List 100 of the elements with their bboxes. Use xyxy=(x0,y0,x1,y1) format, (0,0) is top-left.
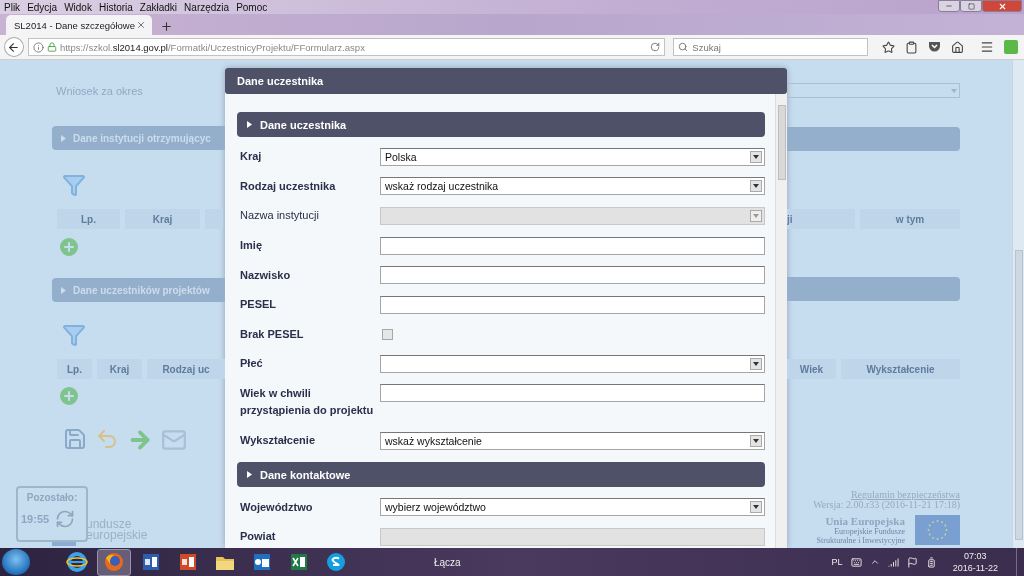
document-icon xyxy=(140,552,162,572)
field-label: Województwo xyxy=(239,499,314,515)
reload-icon[interactable] xyxy=(650,42,661,52)
menu-icon[interactable] xyxy=(980,40,994,54)
caret-icon xyxy=(750,501,762,514)
caret-icon xyxy=(951,88,957,93)
home-icon[interactable] xyxy=(951,40,964,54)
close-button[interactable] xyxy=(982,0,1022,12)
dialog-title: Dane uczestnika xyxy=(225,68,787,94)
field-label: Wykształcenie xyxy=(239,433,316,449)
field-label: Powiat xyxy=(239,529,277,545)
battery-icon[interactable] xyxy=(925,556,937,568)
browser-icon xyxy=(66,552,88,572)
close-icon xyxy=(997,1,1007,11)
tab-title: SL2014 - Dane szczegółowe xyxy=(14,19,135,31)
triangle-icon xyxy=(247,471,252,479)
field-label: Kraj xyxy=(239,149,263,165)
flag-icon[interactable] xyxy=(906,556,918,568)
field-label: Imię xyxy=(239,238,263,254)
text-field[interactable] xyxy=(380,236,765,255)
select-field[interactable]: wybierz województwo xyxy=(380,498,765,517)
field-label: Nazwa instytucji xyxy=(239,208,320,224)
star-icon[interactable] xyxy=(882,40,895,54)
maximize-icon xyxy=(967,2,975,10)
chat-icon xyxy=(325,552,347,572)
search-field[interactable]: Szukaj xyxy=(673,38,868,56)
triangle-icon xyxy=(61,286,66,294)
column-header: Wykształcenie xyxy=(841,359,960,379)
triangle-icon xyxy=(247,121,252,128)
shield-icon[interactable] xyxy=(928,41,941,53)
field-label: PESEL xyxy=(239,297,278,313)
text-field[interactable] xyxy=(380,383,765,402)
menu-item[interactable]: Edycja xyxy=(27,1,58,13)
select-field[interactable] xyxy=(787,83,960,98)
clock[interactable]: 07:03 2016-11-22 xyxy=(952,550,998,574)
taskbar-button[interactable] xyxy=(97,548,131,576)
eu-title: Unia Europejska xyxy=(825,515,905,527)
back-button[interactable] xyxy=(4,37,24,57)
menu-item[interactable]: Narzędzia xyxy=(184,1,230,13)
section-title: Dane kontaktowe xyxy=(260,468,351,481)
spreadsheet-icon xyxy=(288,552,310,572)
column-header: Rodzaj uc xyxy=(147,359,225,379)
field-label: Brak PESEL xyxy=(239,326,305,342)
column-header: Wiek xyxy=(787,359,836,379)
menu-item[interactable]: Pomoc xyxy=(236,1,268,13)
caret-icon xyxy=(750,180,762,193)
triangle-icon xyxy=(61,134,66,142)
select-field[interactable]: wskaż rodzaj uczestnika xyxy=(380,177,765,196)
section-title: Dane uczestników projektów xyxy=(73,284,210,296)
text-field[interactable] xyxy=(380,266,765,285)
caret-icon xyxy=(750,357,762,370)
column-header xyxy=(205,209,223,229)
text-field[interactable] xyxy=(380,295,765,314)
address-field[interactable]: https://szkol.sl2014.gov.pl/Formatki/UczestnicyProjektu/FFormularz.aspx xyxy=(27,38,666,56)
column-header: ji xyxy=(787,209,855,229)
toolbar-label[interactable]: Łącza xyxy=(434,556,461,568)
eu-flag-icon xyxy=(915,515,960,545)
field-label: Płeć xyxy=(239,356,264,372)
scrollbar[interactable] xyxy=(1012,60,1024,548)
browser-tab[interactable]: SL2014 - Dane szczegółowe xyxy=(6,15,152,35)
field-label: Rodzaj uczestnika xyxy=(239,178,337,194)
chevron-up-icon[interactable] xyxy=(869,557,880,567)
column-header: Kraj xyxy=(97,359,142,379)
scrollbar[interactable] xyxy=(775,94,787,548)
caret-icon xyxy=(750,434,762,447)
caret-icon xyxy=(750,210,762,222)
clipboard-icon[interactable] xyxy=(905,40,918,54)
menu-item[interactable]: Historia xyxy=(98,1,133,13)
section-header[interactable]: Dane uczestnika xyxy=(237,112,765,137)
start-button[interactable] xyxy=(2,549,30,575)
column-header: Lp. xyxy=(57,359,92,379)
search-icon xyxy=(678,42,689,52)
signal-icon[interactable] xyxy=(887,556,899,568)
slides-icon xyxy=(177,552,199,572)
select-field[interactable]: wskaż wykształcenie xyxy=(380,431,765,450)
close-icon[interactable] xyxy=(136,20,146,30)
search-input[interactable]: Szukaj xyxy=(692,41,853,53)
maximize-button[interactable] xyxy=(960,0,982,12)
column-header: Kraj xyxy=(125,209,200,229)
menu-item[interactable]: Plik xyxy=(4,1,21,13)
column-header: w tym xyxy=(860,209,960,229)
eu-subtitle: Strukturalne i Inwestycyjne xyxy=(816,536,905,545)
field-label: Wiek w chwili przystąpienia do projektu xyxy=(239,385,375,418)
info-icon[interactable] xyxy=(32,41,44,53)
caret-icon xyxy=(750,150,762,163)
section-title: Dane instytucji otrzymującyc xyxy=(73,132,211,144)
section-header[interactable]: Dane kontaktowe xyxy=(237,462,765,488)
menu-item[interactable]: Widok xyxy=(64,1,92,13)
menu-item[interactable]: Zakładki xyxy=(139,1,178,13)
mail-icon xyxy=(251,552,273,572)
field-label: Nazwisko xyxy=(239,267,292,283)
lock-icon xyxy=(46,42,57,52)
select-field[interactable] xyxy=(380,354,765,373)
minimize-button[interactable] xyxy=(938,0,960,12)
select-field[interactable]: Polska xyxy=(380,147,765,166)
browser-icon xyxy=(103,552,125,572)
minimize-icon xyxy=(945,2,953,10)
language-indicator[interactable]: PL xyxy=(831,557,843,567)
keyboard-icon[interactable] xyxy=(850,556,862,568)
eu-subtitle: Europejskie Fundusze xyxy=(834,527,905,536)
